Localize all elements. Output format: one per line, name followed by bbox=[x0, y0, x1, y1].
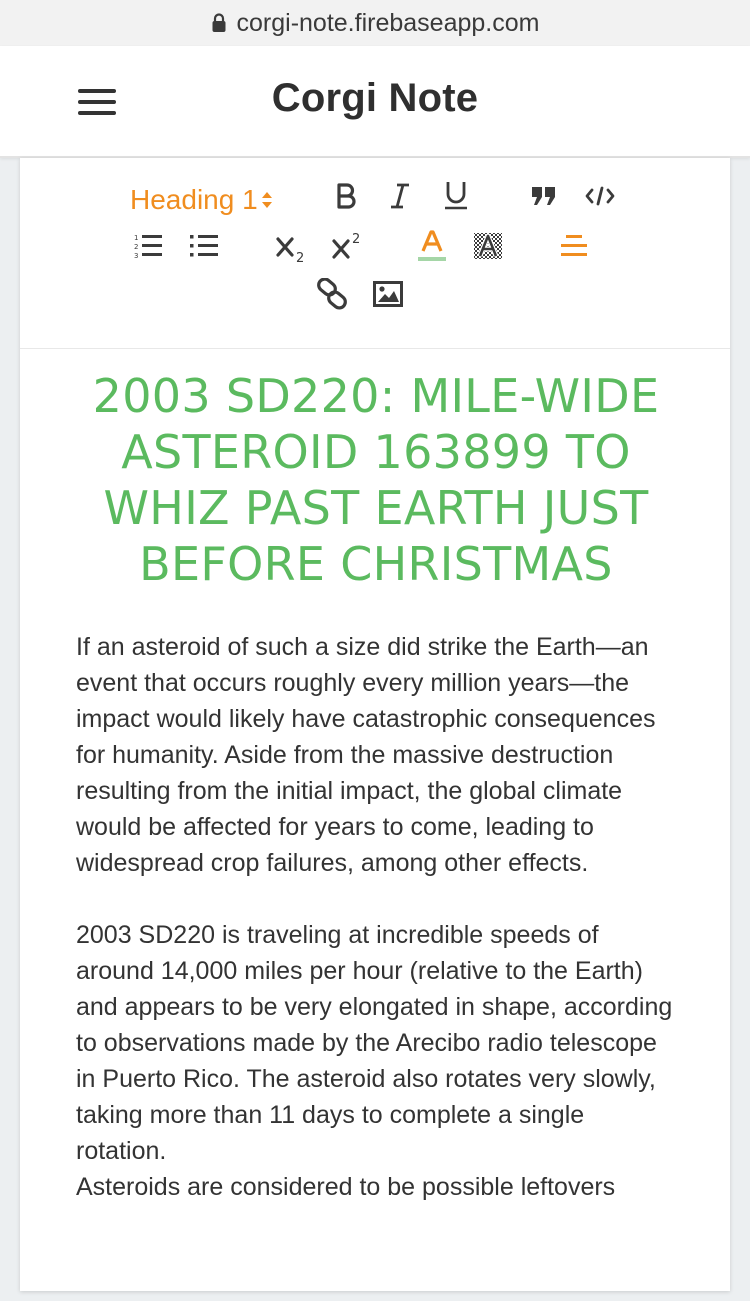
blockquote-icon bbox=[531, 185, 557, 212]
heading-select-label: Heading 1 bbox=[130, 184, 258, 215]
italic-icon bbox=[389, 183, 411, 214]
lock-icon bbox=[211, 13, 227, 33]
bold-icon bbox=[335, 182, 357, 214]
bold-button[interactable] bbox=[328, 178, 364, 218]
url-text: corgi-note.firebaseapp.com bbox=[236, 8, 540, 37]
editor-card: Heading 1 1 2 3 2 2 2003 SD220: MILE-WID… bbox=[20, 158, 730, 1291]
italic-button[interactable] bbox=[382, 178, 418, 218]
superscript-button[interactable]: 2 bbox=[328, 226, 368, 270]
note-title: 2003 SD220: MILE-WIDE ASTEROID 163899 TO… bbox=[92, 369, 660, 591]
svg-text:3: 3 bbox=[134, 252, 138, 259]
editor-toolbar: Heading 1 1 2 3 2 2 bbox=[20, 158, 730, 349]
highlight-color-button[interactable] bbox=[470, 228, 506, 268]
bullet-list-button[interactable] bbox=[186, 228, 222, 268]
highlight-color-icon bbox=[473, 232, 503, 265]
link-button[interactable] bbox=[312, 276, 352, 316]
paragraph: Asteroids are considered to be possible … bbox=[76, 1173, 616, 1201]
underline-icon bbox=[444, 180, 468, 215]
image-button[interactable] bbox=[368, 276, 408, 316]
paragraph: If an asteroid of such a size did strike… bbox=[76, 633, 656, 877]
image-icon bbox=[373, 280, 403, 312]
align-icon bbox=[560, 233, 588, 264]
bullet-list-icon bbox=[189, 233, 219, 264]
svg-text:2: 2 bbox=[296, 251, 304, 263]
text-color-icon bbox=[417, 229, 447, 268]
text-color-button[interactable] bbox=[414, 226, 450, 270]
subscript-button[interactable]: 2 bbox=[272, 228, 312, 272]
heading-select[interactable]: Heading 1 bbox=[130, 180, 273, 220]
svg-text:1: 1 bbox=[134, 234, 138, 242]
ordered-list-icon: 1 2 3 bbox=[133, 233, 163, 264]
link-icon bbox=[316, 276, 348, 315]
subscript-icon: 2 bbox=[275, 233, 309, 268]
browser-url-bar[interactable]: corgi-note.firebaseapp.com bbox=[0, 0, 750, 46]
underline-button[interactable] bbox=[438, 176, 474, 218]
editor-content[interactable]: 2003 SD220: MILE-WIDE ASTEROID 163899 TO… bbox=[76, 368, 676, 1205]
code-button[interactable] bbox=[582, 178, 618, 218]
blockquote-button[interactable] bbox=[526, 178, 562, 218]
superscript-icon: 2 bbox=[331, 231, 365, 266]
svg-text:2: 2 bbox=[352, 232, 360, 247]
paragraph: 2003 SD220 is traveling at incredible sp… bbox=[76, 921, 673, 1165]
align-button[interactable] bbox=[556, 228, 592, 268]
code-icon bbox=[585, 185, 615, 212]
app-title: Corgi Note bbox=[271, 76, 479, 120]
ordered-list-button[interactable]: 1 2 3 bbox=[130, 228, 166, 268]
select-arrows-icon bbox=[261, 189, 273, 211]
svg-text:2: 2 bbox=[134, 243, 138, 251]
app-header: Corgi Note bbox=[0, 46, 750, 158]
